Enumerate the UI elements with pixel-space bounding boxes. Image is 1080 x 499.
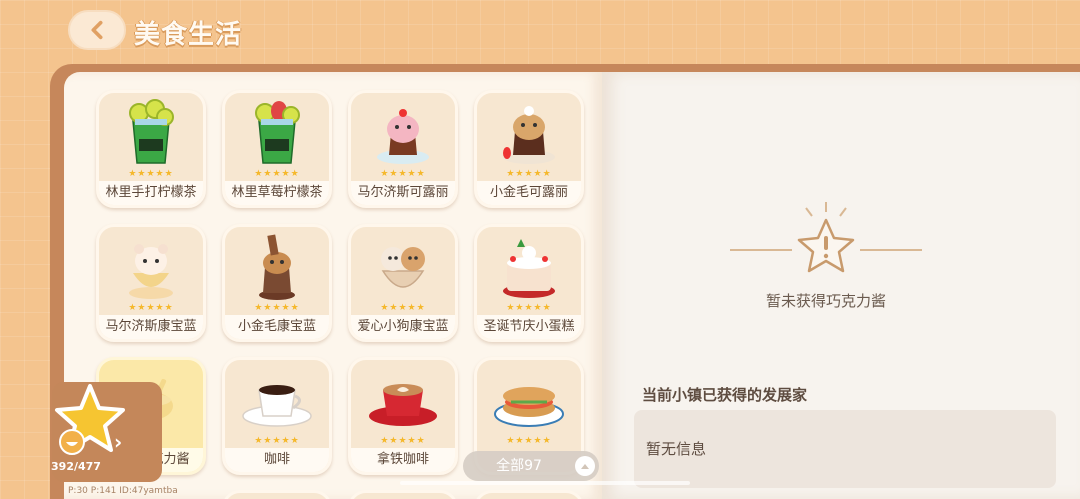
item-card-strawberry-lemon-tea[interactable]: ★★★★★ 林里草莓柠檬茶 <box>222 90 332 208</box>
golden-canele-art <box>503 106 555 164</box>
item-card-coffee[interactable]: ★★★★★ 咖啡 <box>222 357 332 475</box>
section-title: 当前小镇已获得的发展家 <box>642 386 808 404</box>
collection-count: 392/477 <box>51 460 101 473</box>
chevron-right-icon: › <box>114 430 123 454</box>
item-card-golden-canele[interactable]: ★★★★★ 小金毛可露丽 <box>474 90 584 208</box>
latte-art <box>369 384 437 426</box>
scroll-indicator <box>400 481 690 485</box>
item-label: 圣诞节庆小蛋糕 <box>477 315 581 339</box>
header: 美食生活 <box>0 0 1080 62</box>
star-rating: ★★★★★ <box>506 436 552 446</box>
filter-label: 全部97 <box>496 458 542 474</box>
lemon-tea-art <box>129 99 174 164</box>
item-label: 小金毛康宝蓝 <box>225 315 329 339</box>
christmas-cake-art <box>503 239 555 298</box>
chevron-up-icon <box>575 456 595 476</box>
item-card-christmas-cake[interactable]: ★★★★★ 圣诞节庆小蛋糕 <box>474 224 584 342</box>
item-card-maltese-con-panna[interactable]: ★★★★★ 马尔济斯康宝蓝 <box>96 224 206 342</box>
maltese-con-panna-art <box>129 244 173 299</box>
star-rating: ★★★★★ <box>506 303 552 313</box>
sandwich-art <box>494 387 564 427</box>
item-label: 林里草莓柠檬茶 <box>225 181 329 205</box>
info-text: 暂无信息 <box>646 440 707 458</box>
item-label: 林里手打柠檬茶 <box>99 181 203 205</box>
info-box: 暂无信息 <box>634 410 1056 488</box>
star-rating: ★★★★★ <box>254 303 300 313</box>
item-label: 小金毛可露丽 <box>477 181 581 205</box>
item-label: 马尔济斯康宝蓝 <box>99 315 203 339</box>
golden-con-panna-art <box>259 234 295 300</box>
star-rating: ★★★★★ <box>128 169 174 179</box>
item-label: 马尔济斯可露丽 <box>351 181 455 205</box>
star-rating: ★★★★★ <box>380 303 426 313</box>
star-rating: ★★★★★ <box>254 169 300 179</box>
back-arrow-icon <box>91 20 103 40</box>
debug-overlay: P:30 P:141 ID:47yamtba <box>68 486 178 496</box>
empty-star-icon <box>730 202 922 273</box>
item-label: 拿铁咖啡 <box>351 448 455 472</box>
star-rating: ★★★★★ <box>380 169 426 179</box>
item-label: 爱心小狗康宝蓝 <box>351 315 455 339</box>
strawberry-lemon-tea-art <box>255 101 300 164</box>
maltese-canele-art <box>377 109 429 164</box>
star-rating: ★★★★★ <box>506 169 552 179</box>
coffee-art <box>242 385 312 427</box>
empty-state-text: 暂未获得巧克力酱 <box>765 292 886 310</box>
item-label: 咖啡 <box>225 448 329 472</box>
star-rating: ★★★★★ <box>254 436 300 446</box>
next-row-card <box>222 490 332 499</box>
star-rating: ★★★★★ <box>380 436 426 446</box>
heart-puppy-con-panna-art <box>381 247 425 288</box>
page-title: 美食生活 <box>134 20 243 50</box>
next-row-card <box>474 490 584 499</box>
next-row-card <box>348 490 458 499</box>
item-card-heart-puppy-con-panna[interactable]: ★★★★★ 爱心小狗康宝蓝 <box>348 224 458 342</box>
item-card-lemon-tea[interactable]: ★★★★★ 林里手打柠檬茶 <box>96 90 206 208</box>
item-card-latte[interactable]: ★★★★★ 拿铁咖啡 <box>348 357 458 475</box>
item-card-golden-con-panna[interactable]: ★★★★★ 小金毛康宝蓝 <box>222 224 332 342</box>
item-card-maltese-canele[interactable]: ★★★★★ 马尔济斯可露丽 <box>348 90 458 208</box>
collection-progress-button[interactable] <box>24 380 162 492</box>
star-rating: ★★★★★ <box>128 303 174 313</box>
back-button[interactable] <box>68 10 126 50</box>
filter-dropdown[interactable]: 全部97 <box>463 451 599 481</box>
